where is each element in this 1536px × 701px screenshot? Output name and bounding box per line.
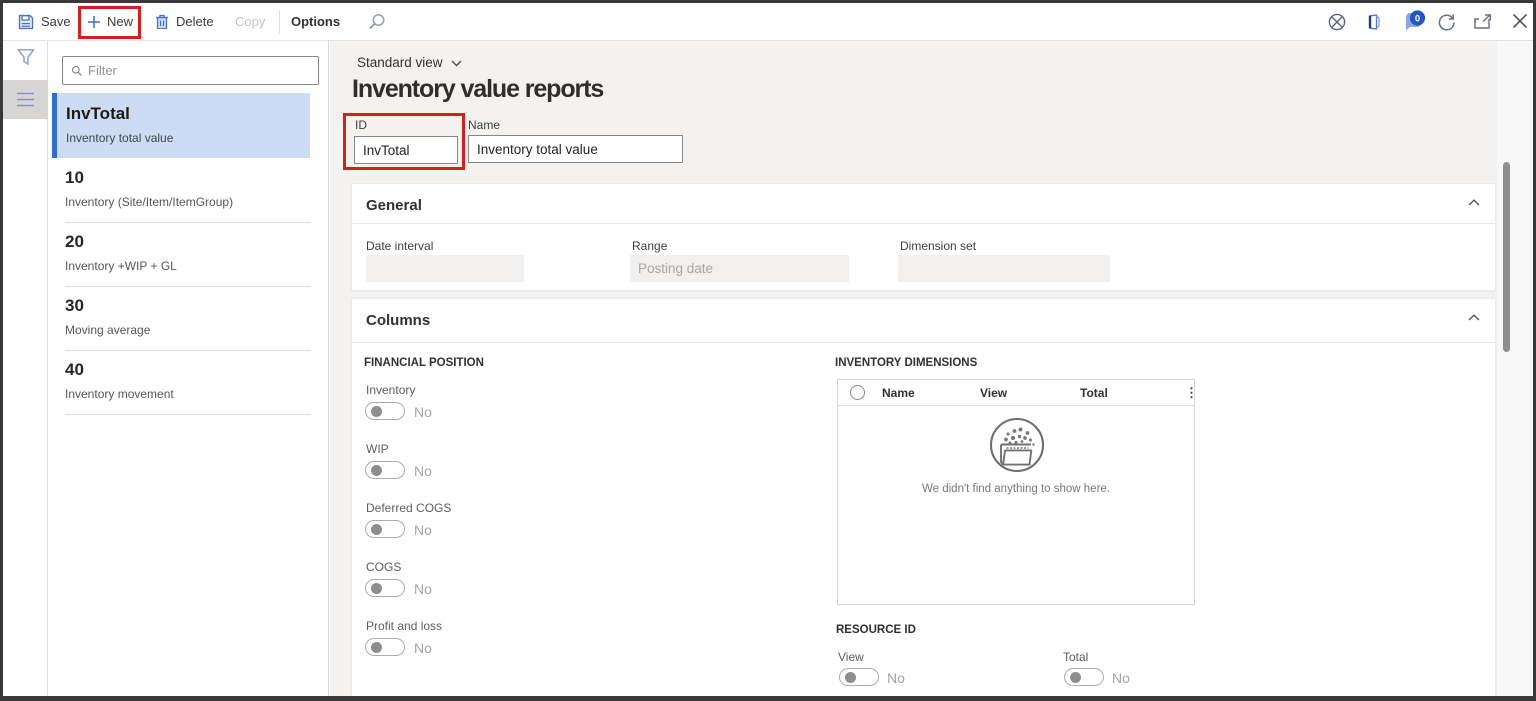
- svg-text:0: 0: [1415, 14, 1420, 25]
